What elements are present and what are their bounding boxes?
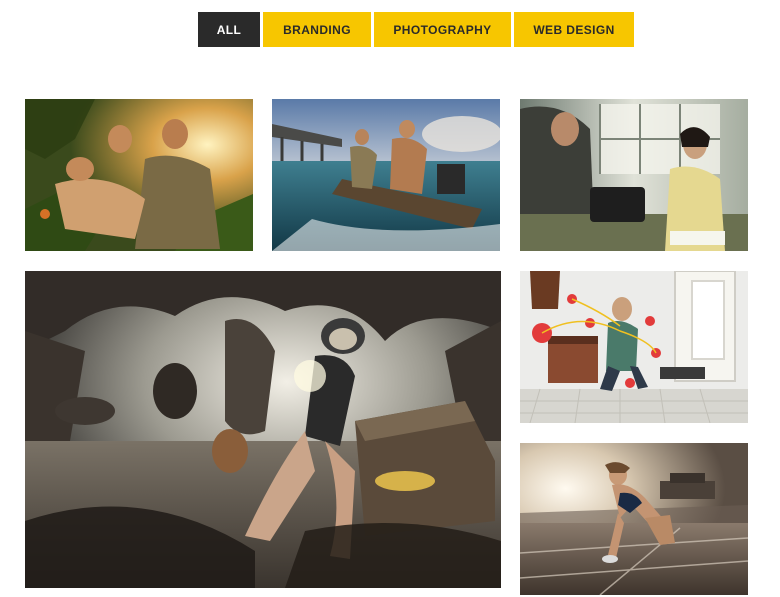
room-fix-it-photo bbox=[520, 271, 748, 423]
typewriter-office-photo bbox=[520, 99, 748, 251]
portfolio-filter-bar: ALL BRANDING PHOTOGRAPHY WEB DESIGN bbox=[198, 12, 634, 47]
boat-river-photo bbox=[272, 99, 500, 251]
portfolio-item-room[interactable] bbox=[520, 271, 748, 423]
portfolio-item-cave-treasure[interactable] bbox=[25, 271, 501, 588]
portfolio-item-office[interactable] bbox=[520, 99, 748, 251]
cave-treasure-diver-photo bbox=[25, 271, 501, 588]
jungle-scene-photo bbox=[25, 99, 253, 251]
portfolio-item-boat[interactable] bbox=[272, 99, 500, 251]
filter-branding-button[interactable]: BRANDING bbox=[263, 12, 371, 47]
sprinter-track-photo bbox=[520, 443, 748, 595]
portfolio-item-jungle[interactable] bbox=[25, 99, 253, 251]
filter-web-design-button[interactable]: WEB DESIGN bbox=[514, 12, 634, 47]
filter-all-button[interactable]: ALL bbox=[198, 12, 260, 47]
filter-photography-button[interactable]: PHOTOGRAPHY bbox=[374, 12, 511, 47]
portfolio-item-sprinter[interactable] bbox=[520, 443, 748, 595]
